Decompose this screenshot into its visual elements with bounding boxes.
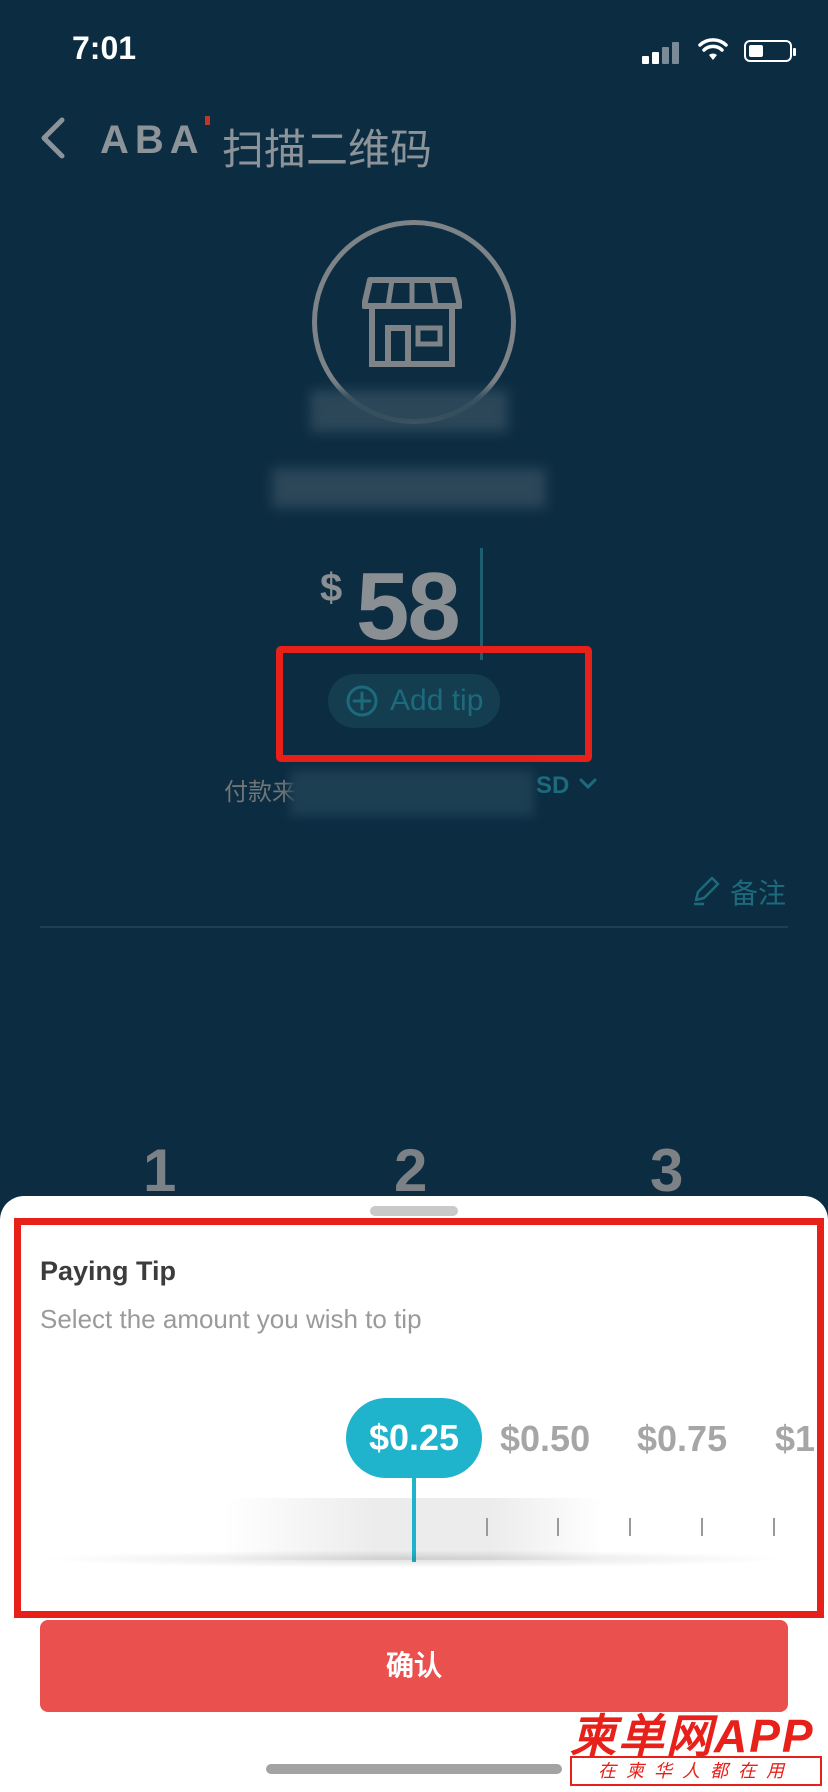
pay-from-label: 付款来 [224, 779, 296, 806]
cellular-signal-icon [642, 42, 682, 64]
keypad-key-3[interactable]: 3 [650, 1136, 683, 1205]
highlight-frame-add-tip [276, 646, 592, 762]
brand-logo-mark [205, 116, 210, 125]
watermark-tagline: 在柬华人都在用 [570, 1756, 822, 1786]
confirm-button[interactable]: 确认 [40, 1620, 788, 1712]
status-time: 7:01 [72, 30, 137, 66]
divider [40, 926, 788, 928]
page-title: 扫描二维码 [222, 126, 433, 173]
merchant-account-redacted [272, 468, 546, 508]
keypad-key-1[interactable]: 1 [143, 1136, 176, 1205]
highlight-frame-tip-sheet [14, 1218, 824, 1618]
sheet-drag-handle[interactable] [370, 1206, 458, 1216]
currency-symbol: $ [320, 566, 343, 610]
pencil-icon[interactable] [690, 874, 722, 906]
status-icons [642, 36, 796, 66]
wifi-icon [698, 38, 728, 60]
keypad-key-2[interactable]: 2 [394, 1136, 427, 1205]
account-selector-redacted[interactable] [290, 770, 534, 816]
account-currency: SD [536, 772, 570, 799]
chevron-down-icon[interactable] [578, 774, 598, 794]
note-button[interactable]: 备注 [730, 872, 786, 912]
store-icon [362, 277, 462, 367]
brand-logo: ABA [100, 118, 205, 162]
merchant-name-redacted [310, 390, 508, 432]
home-indicator[interactable] [266, 1764, 562, 1774]
text-cursor [480, 548, 483, 660]
back-arrow-icon[interactable] [36, 116, 72, 160]
battery-icon [744, 40, 796, 62]
